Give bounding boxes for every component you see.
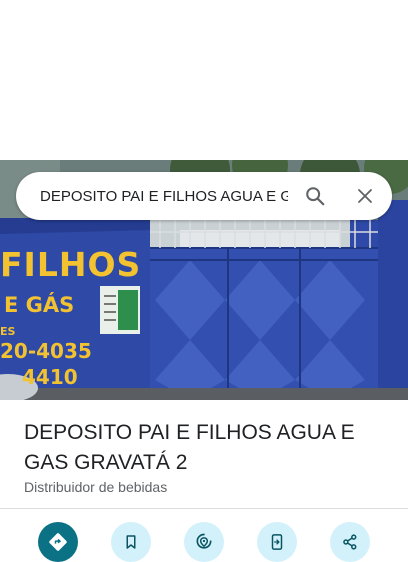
sign-line-5: 4410 bbox=[22, 365, 78, 389]
place-category: Distribuidor de bebidas bbox=[24, 479, 168, 495]
place-info: DEPOSITO PAI E FILHOS AGUA E GAS GRAVATÁ… bbox=[24, 418, 384, 496]
sign-line-2: E GÁS bbox=[4, 293, 75, 317]
divider bbox=[0, 508, 408, 509]
directions-button[interactable] bbox=[38, 522, 78, 562]
send-to-phone-button[interactable] bbox=[257, 522, 297, 562]
search-button[interactable] bbox=[300, 181, 330, 211]
place-name: DEPOSITO PAI E FILHOS AGUA E GAS GRAVATÁ… bbox=[24, 421, 355, 474]
sign-line-1: FILHOS bbox=[0, 245, 142, 284]
search-input[interactable]: DEPOSITO PAI E FILHOS AGUA E GAS GRAVATÁ… bbox=[40, 188, 288, 205]
action-bar bbox=[0, 522, 408, 562]
search-bar[interactable]: DEPOSITO PAI E FILHOS AGUA E GAS GRAVATÁ… bbox=[16, 172, 392, 220]
search-icon bbox=[306, 187, 325, 206]
share-button[interactable] bbox=[330, 522, 370, 562]
blank-header-area bbox=[0, 0, 408, 160]
save-button[interactable] bbox=[111, 522, 151, 562]
nearby-button[interactable] bbox=[184, 522, 224, 562]
sign-line-4: 20-4035 bbox=[0, 339, 92, 363]
share-icon bbox=[343, 534, 357, 550]
clear-search-button[interactable] bbox=[350, 181, 380, 211]
sign-line-3: ES bbox=[0, 325, 16, 338]
save-icon bbox=[126, 535, 136, 549]
send-to-phone-icon bbox=[271, 534, 283, 550]
close-icon bbox=[358, 189, 372, 203]
nearby-icon bbox=[196, 533, 212, 549]
directions-icon bbox=[49, 533, 67, 551]
